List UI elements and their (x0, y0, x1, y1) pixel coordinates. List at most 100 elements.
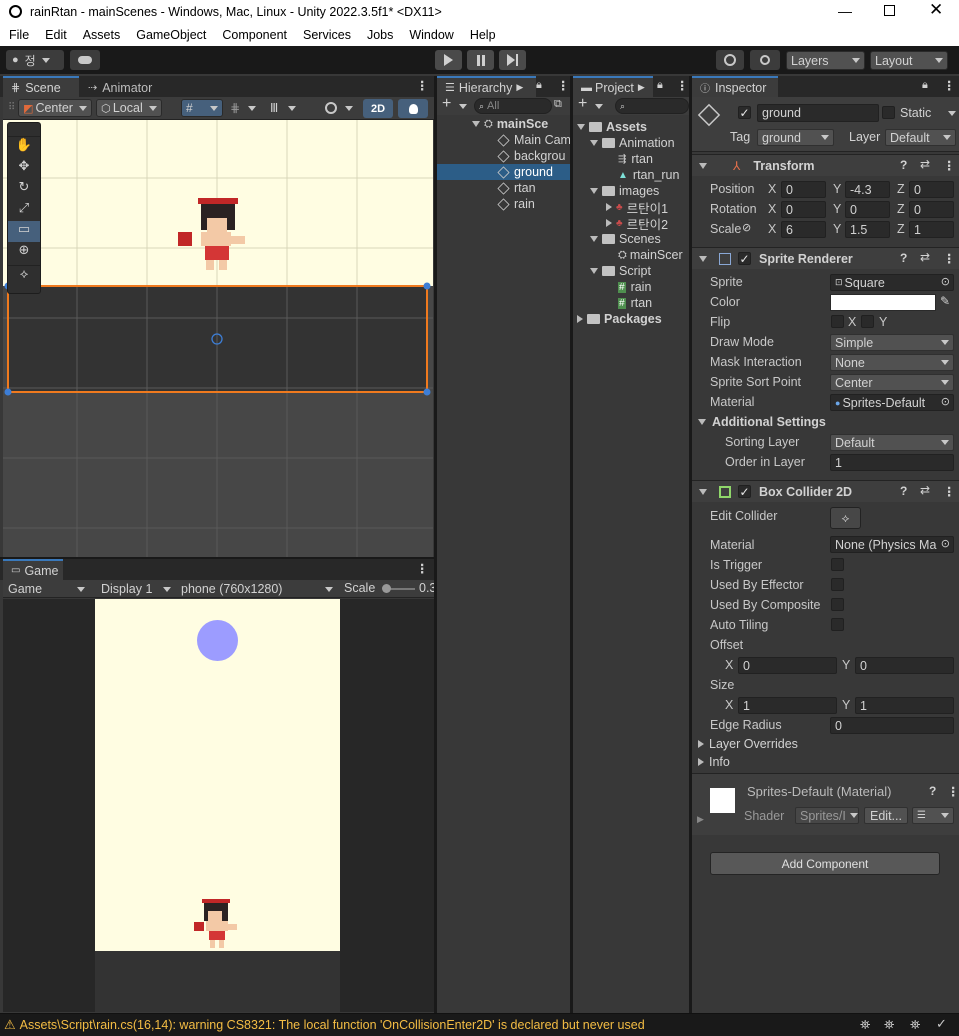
used-by-effector-checkbox[interactable] (831, 578, 844, 591)
position-z-input[interactable]: 0 (909, 181, 954, 198)
tab-project[interactable]: ▬ Project ▶ (573, 76, 653, 97)
rotation-z-input[interactable]: 0 (909, 201, 954, 218)
menu-file[interactable]: File (9, 28, 29, 42)
rect-handle[interactable] (4, 388, 12, 396)
search-filter-icon[interactable]: ⧉ (554, 98, 562, 111)
sprite-object-field[interactable]: ⊡ Square ⊙ (830, 274, 954, 291)
more-options-icon[interactable]: ⋮ (557, 78, 570, 93)
object-picker-icon[interactable]: ⊙ (941, 395, 950, 408)
mask-interaction-dropdown[interactable]: None (830, 354, 954, 371)
panel-divider[interactable] (434, 76, 437, 1013)
expand-arrow-icon[interactable] (472, 121, 480, 127)
scale-z-input[interactable]: 1 (909, 221, 954, 238)
minimize-button[interactable]: — (838, 3, 852, 19)
edge-radius-input[interactable]: 0 (830, 717, 954, 734)
sort-point-dropdown[interactable]: Center (830, 374, 954, 391)
rect-handle[interactable] (423, 282, 431, 290)
edit-shader-button[interactable]: Edit... (864, 807, 908, 824)
game-view-dropdown[interactable]: Game (3, 580, 90, 598)
pause-button[interactable] (467, 50, 494, 70)
scale-slider[interactable] (382, 584, 415, 593)
collapse-arrow-icon[interactable] (699, 162, 707, 169)
asset-script[interactable]: # rain (573, 279, 689, 295)
collapse-arrow-icon[interactable] (699, 488, 707, 495)
ruler-dropdown[interactable]: Ⅲ (265, 99, 301, 117)
tab-scene[interactable]: ⋕ Scene (3, 76, 79, 97)
add-component-button[interactable]: Add Component (710, 852, 940, 875)
collapse-arrow-icon[interactable] (698, 419, 706, 425)
cloud-button[interactable] (70, 50, 100, 70)
game-viewport[interactable] (3, 599, 434, 1012)
shader-dropdown[interactable]: Sprites/I (795, 807, 859, 824)
menu-component[interactable]: Component (222, 28, 287, 42)
rotation-x-input[interactable]: 0 (781, 201, 826, 218)
folder-packages[interactable]: Packages (573, 311, 689, 327)
more-options-icon[interactable]: ⋮ (943, 251, 956, 266)
hierarchy-item[interactable]: Main Cam (437, 132, 570, 148)
asset-image[interactable]: ♣ 르탄이2 (573, 215, 689, 231)
folder-script[interactable]: Script (573, 263, 689, 279)
account-button[interactable]: ● 정 (6, 50, 64, 70)
enable-checkbox[interactable] (738, 485, 751, 498)
more-options-icon[interactable]: ⋮ (416, 561, 429, 576)
more-options-icon[interactable]: ⋮ (947, 784, 959, 799)
hierarchy-item[interactable]: backgrou (437, 148, 570, 164)
used-by-composite-checkbox[interactable] (831, 598, 844, 611)
box-collider-header[interactable]: Box Collider 2D ? ⇄ ⋮ (692, 480, 959, 502)
edit-collider-button[interactable]: ⟡ (830, 507, 861, 529)
lighting-toggle[interactable] (398, 99, 428, 118)
folder-assets[interactable]: Assets (573, 119, 689, 135)
hierarchy-item[interactable]: rtan (437, 180, 570, 196)
hand-tool-icon[interactable]: ✋ (8, 137, 40, 158)
grid-snap-toggle[interactable]: # (181, 99, 223, 117)
chevron-down-icon[interactable] (459, 104, 467, 109)
tag-dropdown[interactable]: ground (757, 129, 834, 146)
asset-image[interactable]: ♣ 르탄이1 (573, 199, 689, 215)
position-x-input[interactable]: 0 (781, 181, 826, 198)
search-button[interactable] (750, 50, 780, 70)
offset-x-input[interactable]: 0 (738, 657, 837, 674)
static-checkbox[interactable] (882, 106, 895, 119)
scene-viewport[interactable]: ✋ ✥ ↻ ⤢ ▭ ⊕ ⟡ (3, 120, 433, 558)
snap-increment-dropdown[interactable]: ⋕ (225, 99, 261, 117)
asset-anim-clip[interactable]: ▲ rtan_run (573, 167, 689, 183)
eyedropper-icon[interactable]: ✎ (940, 294, 950, 308)
rect-handle[interactable] (423, 388, 431, 396)
color-swatch[interactable] (830, 294, 936, 311)
more-options-icon[interactable]: ⋮ (416, 78, 429, 93)
expand-arrow-icon[interactable] (698, 740, 704, 748)
scene-root-item[interactable]: ⛭ mainSce (437, 116, 570, 132)
expand-arrow-icon[interactable] (606, 203, 612, 211)
expand-arrow-icon[interactable] (577, 124, 585, 130)
scale-tool-icon[interactable]: ⤢ (8, 200, 40, 221)
offset-y-input[interactable]: 0 (855, 657, 954, 674)
pivot-center-dropdown[interactable]: ◩ Center (18, 99, 92, 117)
rotation-y-input[interactable]: 0 (845, 201, 890, 218)
expand-arrow-icon[interactable] (577, 315, 583, 323)
preset-icon[interactable]: ⇄ (920, 157, 930, 171)
menu-help[interactable]: Help (470, 28, 496, 42)
rotate-tool-icon[interactable]: ↻ (8, 179, 40, 200)
scale-y-input[interactable]: 1.5 (845, 221, 890, 238)
additional-settings-foldout[interactable]: Additional Settings (698, 415, 826, 429)
menu-gameobject[interactable]: GameObject (136, 28, 206, 42)
asset-progress-icon[interactable]: ⛯ (910, 1017, 920, 1033)
preset-icon[interactable]: ⇄ (920, 483, 930, 497)
undo-history-button[interactable] (716, 50, 744, 70)
network-icon[interactable]: ⛯ (884, 1017, 894, 1033)
status-message[interactable]: Assets\Script\rain.cs(16,14): warning CS… (20, 1018, 645, 1032)
layers-dropdown[interactable]: Layers (786, 51, 865, 70)
lock-icon[interactable]: 🔒︎ (922, 79, 928, 92)
tab-game[interactable]: ▭ Game (3, 559, 63, 580)
hierarchy-item-selected[interactable]: ground (437, 164, 570, 180)
create-plus-icon[interactable]: + (578, 95, 587, 113)
help-icon[interactable]: ? (900, 158, 907, 172)
asset-script[interactable]: # rtan (573, 295, 689, 311)
status-bar[interactable]: ⚠ Assets\Script\rain.cs(16,14): warning … (0, 1013, 959, 1036)
folder-animation[interactable]: Animation (573, 135, 689, 151)
chevron-down-icon[interactable] (595, 104, 603, 109)
expand-arrow-icon[interactable] (590, 236, 598, 242)
position-y-input[interactable]: -4.3 (845, 181, 890, 198)
rect-tool-icon[interactable]: ▭ (8, 221, 40, 242)
bug-icon[interactable]: ⛯ (860, 1017, 870, 1033)
